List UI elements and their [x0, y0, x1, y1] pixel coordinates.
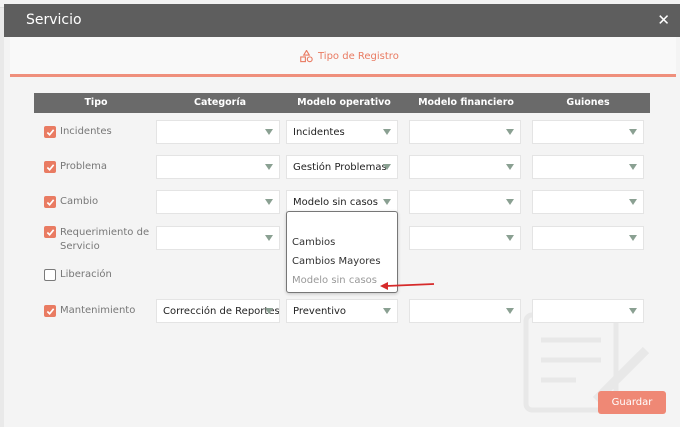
select-modelo-financiero-requerimiento[interactable]	[409, 226, 521, 250]
check-icon	[46, 163, 54, 171]
row-incidentes[interactable]: Incidentes	[44, 126, 112, 138]
chevron-down-icon	[265, 164, 273, 170]
dropdown-option-modelo-sin-casos[interactable]: Modelo sin casos	[292, 275, 377, 286]
table-header: Tipo Categoría Modelo operativo Modelo f…	[34, 93, 650, 113]
chevron-down-icon	[265, 235, 273, 241]
dropdown-option-cambios[interactable]: Cambios	[292, 237, 335, 248]
col-tipo: Tipo	[84, 97, 108, 108]
row-cambio[interactable]: Cambio	[44, 196, 98, 208]
red-arrow-annotation	[380, 282, 435, 290]
checkbox-problema[interactable]	[44, 161, 56, 173]
chevron-down-icon	[629, 164, 637, 170]
chevron-down-icon	[265, 199, 273, 205]
select-modelo-financiero-problema[interactable]	[409, 155, 521, 179]
select-modelo-financiero-mantenimiento[interactable]	[409, 299, 521, 323]
select-guiones-incidentes[interactable]	[532, 120, 644, 144]
chevron-down-icon	[629, 199, 637, 205]
row-mantenimiento[interactable]: Mantenimiento	[44, 305, 135, 317]
select-modelo-operativo-incidentes[interactable]: Incidentes	[286, 120, 398, 144]
select-categoria-mantenimiento[interactable]: Corrección de Reportes	[156, 299, 280, 323]
check-icon	[46, 198, 54, 206]
chevron-down-icon	[629, 129, 637, 135]
chevron-down-icon	[506, 129, 514, 135]
select-guiones-problema[interactable]	[532, 155, 644, 179]
col-guiones: Guiones	[566, 97, 610, 108]
select-categoria-cambio[interactable]	[156, 190, 280, 214]
tab-label: Tipo de Registro	[318, 51, 399, 62]
chevron-down-icon	[383, 308, 391, 314]
select-modelo-financiero-incidentes[interactable]	[409, 120, 521, 144]
col-modelo-operativo: Modelo operativo	[297, 97, 391, 108]
row-problema[interactable]: Problema	[44, 161, 107, 173]
chevron-down-icon	[383, 164, 391, 170]
row-liberacion[interactable]: Liberación	[44, 269, 112, 281]
row-label-line2: Servicio	[60, 241, 100, 252]
chevron-down-icon	[506, 164, 514, 170]
row-label: Liberación	[60, 269, 112, 280]
close-icon[interactable]: ✕	[657, 11, 670, 29]
select-guiones-mantenimiento[interactable]	[532, 299, 644, 323]
checkbox-liberacion[interactable]	[44, 269, 56, 281]
shapes-icon	[300, 50, 313, 63]
row-label: Incidentes	[60, 126, 112, 137]
select-guiones-cambio[interactable]	[532, 190, 644, 214]
row-label: Requerimiento de Servicio	[60, 226, 149, 254]
check-icon	[46, 307, 54, 315]
select-modelo-financiero-cambio[interactable]	[409, 190, 521, 214]
dropdown-option-cambios-mayores[interactable]: Cambios Mayores	[292, 256, 381, 267]
chevron-down-icon	[265, 308, 273, 314]
col-categoria: Categoría	[193, 97, 247, 108]
chevron-down-icon	[506, 308, 514, 314]
row-label: Problema	[60, 161, 108, 172]
chevron-down-icon	[629, 308, 637, 314]
check-icon	[46, 228, 54, 236]
select-categoria-incidentes[interactable]	[156, 120, 280, 144]
chevron-down-icon	[265, 129, 273, 135]
checkbox-requerimiento[interactable]	[44, 226, 56, 238]
tab-tipo-de-registro[interactable]: Tipo de Registro	[300, 50, 399, 63]
chevron-down-icon	[629, 235, 637, 241]
guardar-button[interactable]: Guardar	[598, 391, 666, 414]
col-modelo-financiero: Modelo financiero	[418, 97, 514, 108]
chevron-down-icon	[506, 199, 514, 205]
check-icon	[46, 128, 54, 136]
chevron-down-icon	[383, 199, 391, 205]
modal-title: Servicio	[26, 12, 82, 28]
checkbox-incidentes[interactable]	[44, 126, 56, 138]
select-categoria-requerimiento[interactable]	[156, 226, 280, 250]
tab-bar: Tipo de Registro	[10, 37, 676, 77]
checkbox-mantenimiento[interactable]	[44, 305, 56, 317]
row-requerimiento-de-servicio[interactable]: Requerimiento de Servicio	[44, 226, 149, 254]
checkbox-cambio[interactable]	[44, 196, 56, 208]
chevron-down-icon	[383, 129, 391, 135]
chevron-down-icon	[506, 235, 514, 241]
row-label-line1: Requerimiento de	[60, 227, 150, 238]
modal-header: Servicio ✕	[4, 4, 680, 37]
select-modelo-operativo-problema[interactable]: Gestión Problemas	[286, 155, 398, 179]
row-label: Mantenimiento	[60, 305, 136, 316]
select-guiones-requerimiento[interactable]	[532, 226, 644, 250]
select-modelo-operativo-mantenimiento[interactable]: Preventivo	[286, 299, 398, 323]
select-categoria-problema[interactable]	[156, 155, 280, 179]
row-label: Cambio	[60, 196, 99, 207]
